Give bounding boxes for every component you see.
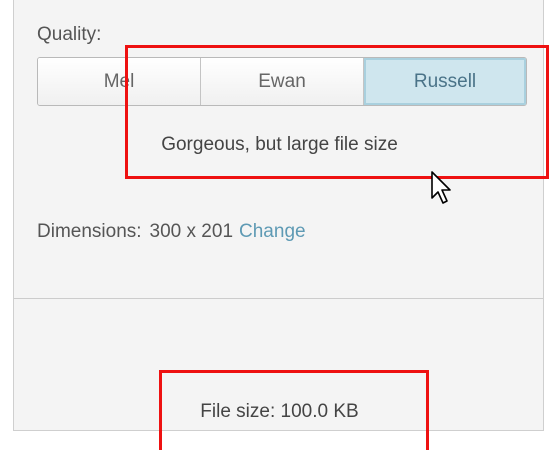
dimensions-label: Dimensions: xyxy=(37,221,142,242)
section-divider xyxy=(14,298,543,299)
image-options-panel: Quality: Mel Ewan Russell Gorgeous, but … xyxy=(13,0,544,431)
quality-option-ewan[interactable]: Ewan xyxy=(201,58,364,105)
quality-label: Quality: xyxy=(37,24,102,45)
dimensions-row: Dimensions: 300 x 201 Change xyxy=(37,221,306,243)
mouse-pointer-icon xyxy=(431,171,451,204)
dimensions-value: 300 x 201 xyxy=(149,221,234,242)
quality-description: Gorgeous, but large file size xyxy=(161,134,398,155)
file-size-text: File size: 100.0 KB xyxy=(200,401,359,422)
change-dimensions-link[interactable]: Change xyxy=(239,221,306,242)
quality-option-russell[interactable]: Russell xyxy=(364,58,526,105)
quality-option-mel[interactable]: Mel xyxy=(38,58,201,105)
quality-segmented-control: Mel Ewan Russell xyxy=(37,57,527,106)
